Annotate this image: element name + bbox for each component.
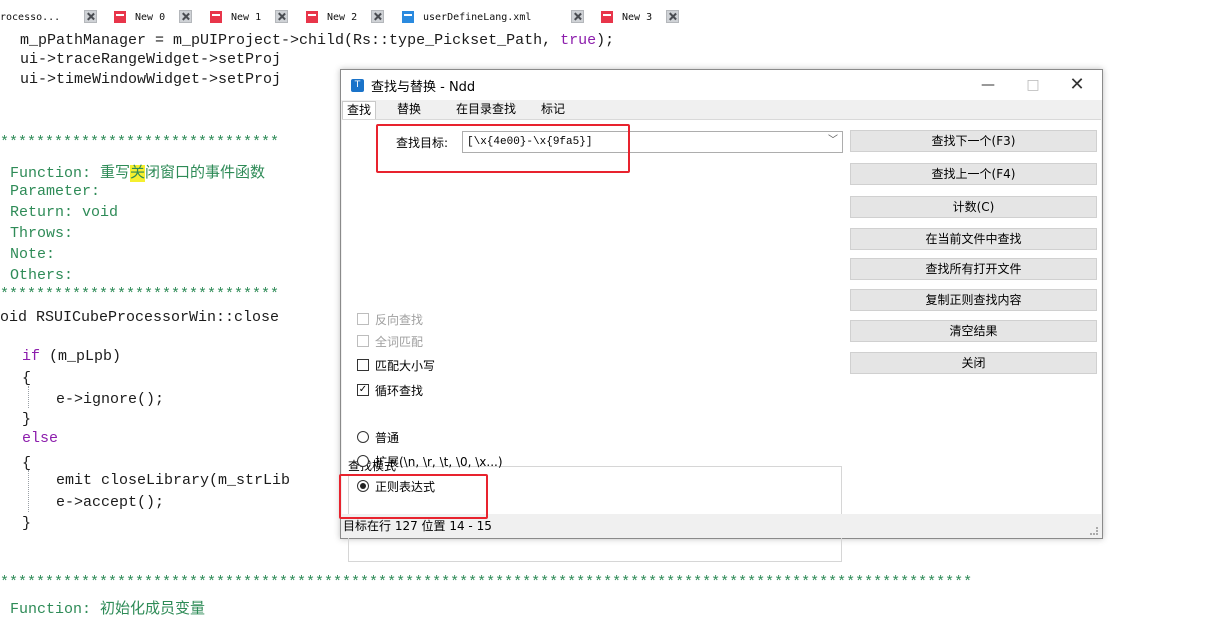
option-label: 全词匹配 xyxy=(375,334,424,349)
file-icon xyxy=(306,11,318,23)
annotation-box-find-target xyxy=(376,124,630,173)
code-line: m_pPathManager = m_pUIProject->child(Rs:… xyxy=(20,32,614,49)
code-line: } xyxy=(22,515,32,532)
file-icon xyxy=(601,11,613,23)
dialog-titlebar[interactable]: T 查找与替换 - Ndd — □ ✕ xyxy=(341,70,1102,100)
tab-label: New 1 xyxy=(231,11,262,23)
app-icon: T xyxy=(351,79,364,92)
mode-label: 扩展(\n, \r, \t, \0, \x...) xyxy=(375,454,503,469)
maximize-button[interactable]: □ xyxy=(1011,70,1055,100)
code-line: } xyxy=(22,411,32,428)
comment-line: Parameter: xyxy=(10,183,101,200)
tab-label: rocesso... xyxy=(0,11,61,23)
chevron-down-icon[interactable]: ﹀ xyxy=(828,132,838,152)
clear-results-button[interactable]: 清空结果 xyxy=(850,320,1097,342)
radio-icon xyxy=(357,431,369,443)
mode-normal-radio[interactable]: 普通 xyxy=(357,428,399,446)
close-button[interactable]: 关闭 xyxy=(850,352,1097,374)
dialog-title: 查找与替换 - Ndd xyxy=(371,80,476,95)
keyword: if xyxy=(22,348,41,365)
minimize-button[interactable]: — xyxy=(966,70,1010,100)
wrap-around-checkbox[interactable]: ✓ 循环查找 xyxy=(357,381,423,399)
checkbox xyxy=(357,313,369,325)
code-line: oid RSUICubeProcessorWin::close xyxy=(0,309,280,326)
comment-text: 闭窗口的事件函数 xyxy=(145,165,266,182)
tab-new-2[interactable]: New 2 xyxy=(306,8,357,26)
check-icon: ✓ xyxy=(357,384,369,396)
code-line: emit closeLibrary(m_strLib xyxy=(56,472,291,489)
tab-new-0[interactable]: New 0 xyxy=(114,8,165,26)
keyword: true xyxy=(560,32,597,49)
code-text: m_pPathManager = m_pUIProject->child(Rs:… xyxy=(20,32,561,49)
code-text: (m_pLpb) xyxy=(40,348,122,365)
option-label: 循环查找 xyxy=(375,383,424,398)
indent-guide xyxy=(28,386,29,408)
find-next-button[interactable]: 查找下一个(F3) xyxy=(850,130,1097,152)
code-line: e->accept(); xyxy=(56,494,165,511)
comment-line: Others: xyxy=(10,267,74,284)
tab-label: New 3 xyxy=(622,11,653,23)
dialog-tabs: 查找 替换 在目录查找 标记 xyxy=(341,100,1102,120)
comment-line: Note: xyxy=(10,246,56,263)
mode-label: 普通 xyxy=(375,430,400,445)
comment-line: Throws: xyxy=(10,225,74,242)
checkbox xyxy=(357,359,369,371)
resize-grip-icon[interactable] xyxy=(1090,527,1098,535)
find-all-open-files-button[interactable]: 查找所有打开文件 xyxy=(850,258,1097,280)
whole-word-checkbox[interactable]: 全词匹配 xyxy=(357,332,423,350)
keyword: else xyxy=(22,430,59,447)
comment-line: ******************************* xyxy=(0,134,280,151)
option-label: 匹配大小写 xyxy=(375,358,436,373)
comment-line: ******************************* xyxy=(0,286,280,303)
find-panel: 查找目标: [\x{4e00}-\x{9fa5}] ﹀ 查找下一个(F3) 查找… xyxy=(342,119,1101,562)
checkbox xyxy=(357,335,369,347)
code-line: { xyxy=(22,370,32,387)
tab-new-3[interactable]: New 3 xyxy=(601,8,652,26)
tab-label: New 0 xyxy=(135,11,166,23)
close-window-button[interactable]: ✕ xyxy=(1055,70,1099,100)
comment-line: Return: void xyxy=(10,204,119,221)
close-icon[interactable] xyxy=(84,10,97,23)
mode-extended-radio[interactable]: 扩展(\n, \r, \t, \0, \x...) xyxy=(357,452,503,470)
tab-label: userDefineLang.xml xyxy=(423,11,532,23)
comment-line: Function: 重写关闭窗口的事件函数 xyxy=(10,161,265,182)
tab-mark[interactable]: 标记 xyxy=(537,101,569,118)
tab-userdefinelang[interactable]: userDefineLang.xml xyxy=(402,8,531,26)
comment-text: Function: 重写 xyxy=(10,165,131,182)
radio-icon xyxy=(357,455,369,467)
tab-label: New 2 xyxy=(327,11,358,23)
option-label: 反向查找 xyxy=(375,312,424,327)
tab-replace[interactable]: 替换 xyxy=(393,101,425,118)
code-text: ); xyxy=(596,32,615,49)
close-icon[interactable] xyxy=(179,10,192,23)
code-line: ui->traceRangeWidget->setProj xyxy=(20,51,282,68)
reverse-search-checkbox[interactable]: 反向查找 xyxy=(357,310,423,328)
tab-find-in-dir[interactable]: 在目录查找 xyxy=(452,101,520,118)
code-line: { xyxy=(22,455,32,472)
find-previous-button[interactable]: 查找上一个(F4) xyxy=(850,163,1097,185)
code-line: e->ignore(); xyxy=(56,391,165,408)
file-icon xyxy=(210,11,222,23)
tab-bar: rocesso... New 0 New 1 New 2 userDefineL… xyxy=(0,0,1215,30)
copy-regex-results-button[interactable]: 复制正则查找内容 xyxy=(850,289,1097,311)
close-icon[interactable] xyxy=(666,10,679,23)
find-in-current-file-button[interactable]: 在当前文件中查找 xyxy=(850,228,1097,250)
code-line: if (m_pLpb) xyxy=(22,348,121,365)
tab-find[interactable]: 查找 xyxy=(342,101,377,120)
file-icon xyxy=(114,11,126,23)
tab-new-1[interactable]: New 1 xyxy=(210,8,261,26)
count-button[interactable]: 计数(C) xyxy=(850,196,1097,218)
code-line: ui->timeWindowWidget->setProj xyxy=(20,71,282,88)
search-match-highlight: 关 xyxy=(130,165,146,182)
comment-line: ****************************************… xyxy=(0,574,973,591)
close-icon[interactable] xyxy=(275,10,288,23)
tab-processor[interactable]: rocesso... xyxy=(0,8,60,26)
close-icon[interactable] xyxy=(371,10,384,23)
comment-line: Function: 初始化成员变量 xyxy=(10,601,206,618)
file-icon xyxy=(402,11,414,23)
indent-guide xyxy=(28,470,29,512)
close-icon[interactable] xyxy=(571,10,584,23)
annotation-box-regex-mode xyxy=(339,474,488,519)
match-case-checkbox[interactable]: 匹配大小写 xyxy=(357,356,435,374)
